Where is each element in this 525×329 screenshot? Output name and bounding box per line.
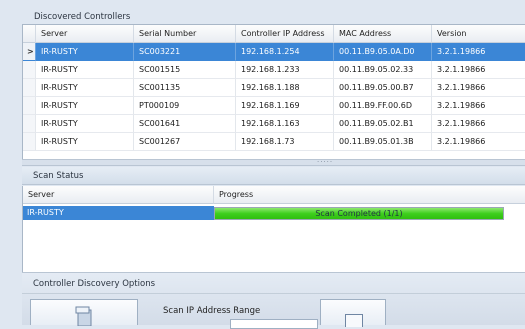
grid-splitter[interactable]: ····· bbox=[22, 159, 525, 166]
discover-network-button[interactable] bbox=[30, 299, 138, 326]
cell-serial: SC003221 bbox=[134, 43, 236, 61]
controller-row[interactable]: IR-RUSTY SC001515 192.168.1.233 00.11.B9.05… bbox=[23, 61, 525, 79]
controller-row[interactable]: IR-RUSTY SC001641 192.168.1.163 00.11.B9.05… bbox=[23, 115, 525, 133]
scan-col-server-header[interactable]: Server bbox=[23, 186, 214, 204]
cell-mac: 00.11.B9.05.02.B1 bbox=[334, 115, 432, 133]
cell-mac: 00.11.B9.05.00.B7 bbox=[334, 79, 432, 97]
scan-ip-range-input[interactable] bbox=[230, 319, 318, 329]
cell-version: 3.2.1.19866 bbox=[432, 133, 525, 151]
cell-ip: 192.168.1.163 bbox=[236, 115, 334, 133]
col-header-server[interactable]: Server bbox=[36, 25, 134, 43]
controller-row[interactable]: IR-RUSTY PT000109 192.168.1.169 00.11.B9.FF… bbox=[23, 97, 525, 115]
cell-ip: 192.168.1.254 bbox=[236, 43, 334, 61]
row-selector bbox=[23, 79, 36, 97]
discovery-options-title: Controller Discovery Options bbox=[33, 279, 156, 289]
cell-server: IR-RUSTY bbox=[36, 115, 134, 133]
scan-status-grid[interactable]: Server Progress IR-RUSTY Scan Completed … bbox=[22, 186, 525, 272]
scan-progress-bar: Scan Completed (1/1) bbox=[214, 207, 504, 220]
controller-row[interactable]: IR-RUSTY SC001267 192.168.1.73 00.11.B9.05.… bbox=[23, 133, 525, 151]
scan-ip-range-label: Scan IP Address Range bbox=[163, 306, 261, 316]
cell-mac: 00.11.B9.05.02.33 bbox=[334, 61, 432, 79]
cell-mac: 00.11.B9.05.01.3B bbox=[334, 133, 432, 151]
splitter-grip: ····· bbox=[317, 158, 334, 166]
cell-ip: 192.168.1.169 bbox=[236, 97, 334, 115]
cell-server: IR-RUSTY bbox=[36, 97, 134, 115]
cell-server: IR-RUSTY bbox=[36, 61, 134, 79]
cell-version: 3.2.1.19866 bbox=[432, 61, 525, 79]
server-icon bbox=[75, 306, 92, 326]
cell-version: 3.2.1.19866 bbox=[432, 79, 525, 97]
cell-serial: SC001515 bbox=[134, 61, 236, 79]
controller-row[interactable]: IR-RUSTY SC001135 192.168.1.188 00.11.B9.05… bbox=[23, 79, 525, 97]
discovered-controllers-title: Discovered Controllers bbox=[34, 12, 131, 22]
cell-ip: 192.168.1.233 bbox=[236, 61, 334, 79]
row-header-corner[interactable] bbox=[23, 25, 36, 43]
col-header-mac[interactable]: MAC Address bbox=[334, 25, 432, 43]
cell-serial: SC001641 bbox=[134, 115, 236, 133]
col-header-serial[interactable]: Serial Number bbox=[134, 25, 236, 43]
cell-ip: 192.168.1.188 bbox=[236, 79, 334, 97]
row-selector bbox=[23, 115, 36, 133]
cell-mac: 00.11.B9.05.0A.D0 bbox=[334, 43, 432, 61]
options-divider bbox=[22, 293, 525, 294]
cell-ip: 192.168.1.73 bbox=[236, 133, 334, 151]
controller-row[interactable]: > IR-RUSTY SC003221 192.168.1.254 00.11.B9.0… bbox=[23, 43, 525, 61]
col-header-version[interactable]: Version bbox=[432, 25, 525, 43]
cell-serial: SC001135 bbox=[134, 79, 236, 97]
row-selector bbox=[23, 97, 36, 115]
discovered-controllers-grid[interactable]: Server Serial Number Controller IP Address… bbox=[22, 24, 525, 161]
row-selector: > bbox=[23, 43, 36, 61]
cell-version: 3.2.1.19866 bbox=[432, 97, 525, 115]
col-header-ip[interactable]: Controller IP Address bbox=[236, 25, 334, 43]
scan-status-row[interactable]: IR-RUSTY bbox=[23, 206, 214, 220]
row-selector bbox=[23, 133, 36, 151]
cell-server: IR-RUSTY bbox=[36, 133, 134, 151]
cell-serial: SC001267 bbox=[134, 133, 236, 151]
scan-status-title: Scan Status bbox=[22, 167, 525, 185]
scan-progress-text: Scan Completed (1/1) bbox=[315, 209, 403, 218]
cell-mac: 00.11.B9.FF.00.6D bbox=[334, 97, 432, 115]
scan-range-button[interactable] bbox=[320, 299, 386, 327]
row-selector bbox=[23, 61, 36, 79]
cell-server: IR-RUSTY bbox=[36, 43, 134, 61]
cell-server: IR-RUSTY bbox=[36, 79, 134, 97]
scan-col-progress-header[interactable]: Progress bbox=[214, 186, 525, 204]
cell-serial: PT000109 bbox=[134, 97, 236, 115]
cell-version: 3.2.1.19866 bbox=[432, 43, 525, 61]
cell-version: 3.2.1.19866 bbox=[432, 115, 525, 133]
discovery-options-panel: Controller Discovery Options Scan IP Add… bbox=[22, 272, 525, 329]
scan-range-icon bbox=[345, 314, 363, 327]
